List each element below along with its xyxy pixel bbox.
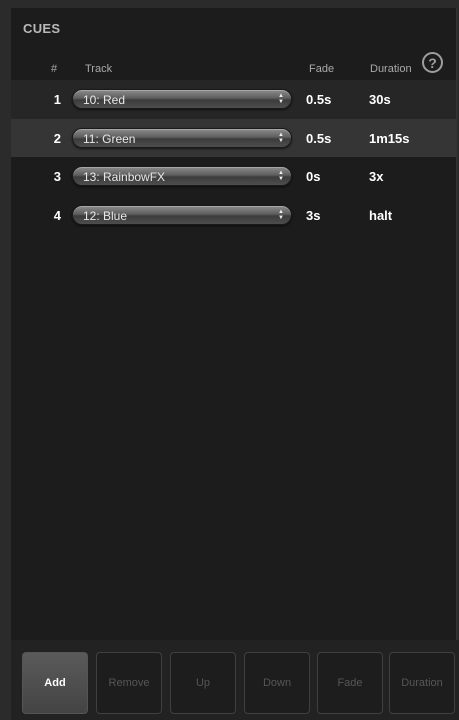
cue-number: 1 xyxy=(53,92,61,107)
column-header-duration: Duration xyxy=(370,63,412,75)
section-title: CUES xyxy=(23,21,61,36)
column-header-number: # xyxy=(51,63,58,75)
cue-number: 2 xyxy=(53,130,61,146)
cue-row[interactable]: 1 10: Red ▲ ▼ 0.5s 30s xyxy=(11,80,456,119)
cue-duration[interactable]: 30s xyxy=(369,92,391,107)
fade-button[interactable]: Fade xyxy=(317,652,383,714)
track-select-value: 10: Red xyxy=(83,93,126,107)
column-header-fade: Fade xyxy=(309,63,335,75)
cue-row[interactable]: 3 13: RainbowFX ▲ ▼ 0s 3x xyxy=(11,157,456,196)
updown-arrows-icon: ▲ ▼ xyxy=(278,170,284,182)
track-select-value: 12: Blue xyxy=(83,208,128,223)
cue-number: 3 xyxy=(53,169,61,184)
updown-arrows-icon: ▲ ▼ xyxy=(278,93,284,105)
cue-fade[interactable]: 3s xyxy=(306,208,320,223)
duration-button[interactable]: Duration xyxy=(389,652,455,714)
updown-arrows-icon: ▲ ▼ xyxy=(278,131,284,144)
add-button[interactable]: Add xyxy=(22,652,88,714)
cue-fade[interactable]: 0.5s xyxy=(306,92,331,107)
help-icon[interactable]: ? xyxy=(422,52,443,73)
track-select[interactable]: 11: Green ▲ ▼ xyxy=(72,127,292,148)
down-button[interactable]: Down xyxy=(244,652,310,714)
cue-list: 1 10: Red ▲ ▼ 0.5s 30s 2 11: Green ▲ ▼ 0.5… xyxy=(11,80,456,234)
track-select-value: 13: RainbowFX xyxy=(83,170,166,184)
track-select[interactable]: 13: RainbowFX ▲ ▼ xyxy=(72,166,292,186)
cue-row[interactable]: 2 11: Green ▲ ▼ 0.5s 1m15s xyxy=(11,118,456,157)
updown-arrows-icon: ▲ ▼ xyxy=(278,208,284,221)
track-select-value: 11: Green xyxy=(83,131,136,146)
track-select[interactable]: 12: Blue ▲ ▼ xyxy=(72,204,292,225)
cue-row[interactable]: 4 12: Blue ▲ ▼ 3s halt xyxy=(11,196,456,235)
cue-duration[interactable]: 1m15s xyxy=(369,131,409,146)
cue-duration[interactable]: 3x xyxy=(369,169,383,184)
cue-number: 4 xyxy=(53,207,61,223)
track-select[interactable]: 10: Red ▲ ▼ xyxy=(72,89,292,109)
cue-toolbar: Add Remove Up Down Fade Duration xyxy=(11,640,459,720)
cues-panel: CUES # Track Fade Duration ? 1 10: Red ▲… xyxy=(11,8,457,640)
column-header-track: Track xyxy=(85,63,113,75)
remove-button[interactable]: Remove xyxy=(96,652,162,714)
up-button[interactable]: Up xyxy=(170,652,236,714)
cue-fade[interactable]: 0s xyxy=(306,169,320,184)
cue-duration[interactable]: halt xyxy=(369,208,392,223)
cue-fade[interactable]: 0.5s xyxy=(306,131,331,146)
